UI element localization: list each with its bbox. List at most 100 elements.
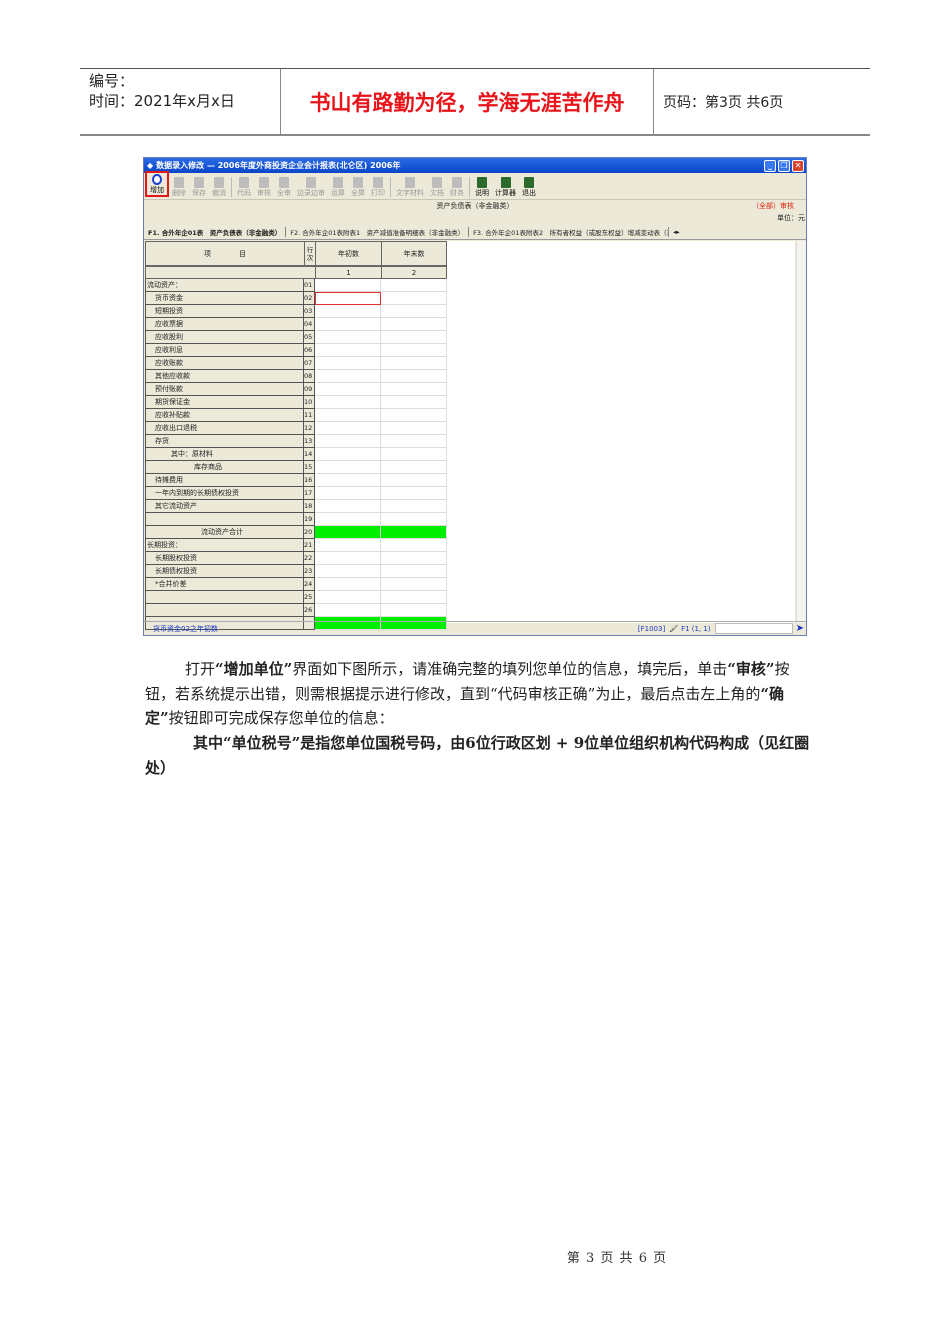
- arrow-right-icon[interactable]: ➤: [796, 623, 804, 634]
- brush-icon: 🖌: [669, 624, 679, 633]
- cell-begin[interactable]: [315, 500, 381, 513]
- row-number: 24: [304, 578, 315, 591]
- table-row: 待摊费用 16: [145, 474, 447, 487]
- row-number: 10: [304, 396, 315, 409]
- cell-end[interactable]: [381, 331, 447, 344]
- toolbar-button-6[interactable]: 全审: [274, 177, 294, 197]
- cell-end[interactable]: [381, 292, 447, 305]
- cell-begin[interactable]: [315, 552, 381, 565]
- tab-scroll-buttons[interactable]: ◂▸: [669, 228, 684, 236]
- cell-end[interactable]: [381, 513, 447, 526]
- cell-begin[interactable]: [315, 448, 381, 461]
- toolbar-button-16[interactable]: 退出: [519, 177, 539, 197]
- vertical-scrollbar[interactable]: [796, 241, 806, 623]
- toolbar-button-1[interactable]: 删除: [169, 177, 189, 197]
- row-label: 其他应收款: [145, 370, 304, 383]
- cell-end[interactable]: [381, 370, 447, 383]
- table-row: 存货 13: [145, 435, 447, 448]
- toolbar-button-14[interactable]: 说明: [472, 177, 492, 197]
- formula-input[interactable]: [714, 623, 793, 634]
- instruction-paragraph: 打开“增加单位”界面如下图所示，请准确完整的填列您单位的信息，填完后，单击“审核…: [145, 660, 790, 727]
- cell-begin[interactable]: [315, 487, 381, 500]
- row-number: 07: [304, 357, 315, 370]
- toolbar-button-11[interactable]: 文字材料: [393, 177, 427, 197]
- toolbar-button-9[interactable]: 全算: [348, 177, 368, 197]
- cell-end[interactable]: [381, 500, 447, 513]
- cell-end[interactable]: [381, 344, 447, 357]
- status-bar: 货币资金02之年初数 [F1003] 🖌 F1 (1, 1) ➤: [144, 621, 806, 635]
- tab-f2[interactable]: F2. 合外年企01表附表1 资产减值准备明细表（非金融类）: [286, 226, 470, 237]
- cell-begin[interactable]: [315, 513, 381, 526]
- row-number: 21: [304, 539, 315, 552]
- cell-end[interactable]: [381, 435, 447, 448]
- col-header-item: 项 目: [145, 241, 305, 266]
- cell-begin[interactable]: [315, 331, 381, 344]
- close-button[interactable]: ✕: [792, 159, 804, 172]
- cell-end[interactable]: [381, 565, 447, 578]
- cell-begin[interactable]: [315, 357, 381, 370]
- row-number: 11: [304, 409, 315, 422]
- cell-begin[interactable]: [315, 604, 381, 617]
- cell-begin[interactable]: [315, 292, 381, 305]
- cell-begin[interactable]: [315, 526, 381, 539]
- cell-begin[interactable]: [315, 474, 381, 487]
- cell-end[interactable]: [381, 474, 447, 487]
- cell-end[interactable]: [381, 409, 447, 422]
- page-label: 页码：第3页 共6页: [663, 94, 784, 111]
- cell-begin[interactable]: [315, 305, 381, 318]
- tab-f1[interactable]: F1. 合外年企01表 资产负债表（非金融类）: [144, 226, 287, 237]
- cell-begin[interactable]: [315, 578, 381, 591]
- toolbar-button-12[interactable]: 文档: [427, 177, 447, 197]
- toolbar-button-7[interactable]: 边录边审: [294, 177, 328, 197]
- toolbar-button-2[interactable]: 保存: [189, 177, 209, 197]
- cell-begin[interactable]: [315, 279, 381, 292]
- toolbar-button-13[interactable]: 财务: [447, 177, 467, 197]
- toolbar-button-8[interactable]: 运算: [328, 177, 348, 197]
- cell-begin[interactable]: [315, 539, 381, 552]
- cell-end[interactable]: [381, 422, 447, 435]
- toolbar-button-15[interactable]: 计算器: [492, 177, 519, 197]
- cell-begin[interactable]: [315, 409, 381, 422]
- cell-end[interactable]: [381, 279, 447, 292]
- cell-begin[interactable]: [315, 461, 381, 474]
- audit-all-link[interactable]: （全部）审核: [752, 200, 794, 213]
- cell-begin[interactable]: [315, 370, 381, 383]
- restore-button[interactable]: ❐: [778, 159, 790, 172]
- cell-begin[interactable]: [315, 383, 381, 396]
- cell-begin[interactable]: [315, 422, 381, 435]
- cell-end[interactable]: [381, 318, 447, 331]
- row-number: 09: [304, 383, 315, 396]
- minimize-button[interactable]: _: [764, 159, 776, 172]
- toolbar-button-0[interactable]: 增加: [145, 171, 169, 197]
- row-number: 26: [304, 604, 315, 617]
- cell-begin[interactable]: [315, 396, 381, 409]
- cell-end[interactable]: [381, 305, 447, 318]
- cell-end[interactable]: [381, 461, 447, 474]
- toolbar-icon: [194, 177, 204, 188]
- toolbar-button-3[interactable]: 撤消: [209, 177, 229, 197]
- cell-end[interactable]: [381, 357, 447, 370]
- cell-begin[interactable]: [315, 344, 381, 357]
- cell-end[interactable]: [381, 448, 447, 461]
- cell-end[interactable]: [381, 526, 447, 539]
- cell-end[interactable]: [381, 539, 447, 552]
- cell-end[interactable]: [381, 604, 447, 617]
- cell-end[interactable]: [381, 383, 447, 396]
- toolbar-button-10[interactable]: 打印: [368, 177, 388, 197]
- row-label: 货币资金: [145, 292, 304, 305]
- cell-end[interactable]: [381, 487, 447, 500]
- cell-end[interactable]: [381, 396, 447, 409]
- tab-f3[interactable]: F3. 合外年企01表附表2 所有者权益（或股东权益）增减变动表（非金融类: [469, 226, 670, 237]
- table-row: 25: [145, 591, 447, 604]
- cell-end[interactable]: [381, 591, 447, 604]
- cell-begin[interactable]: [315, 435, 381, 448]
- cell-begin[interactable]: [315, 318, 381, 331]
- toolbar-label: 打印: [371, 189, 385, 197]
- cell-begin[interactable]: [315, 565, 381, 578]
- toolbar-button-5[interactable]: 审核: [254, 177, 274, 197]
- toolbar-button-4[interactable]: 代码: [234, 177, 254, 197]
- cell-end[interactable]: [381, 552, 447, 565]
- table-row: 货币资金 02: [145, 292, 447, 305]
- cell-end[interactable]: [381, 578, 447, 591]
- cell-begin[interactable]: [315, 591, 381, 604]
